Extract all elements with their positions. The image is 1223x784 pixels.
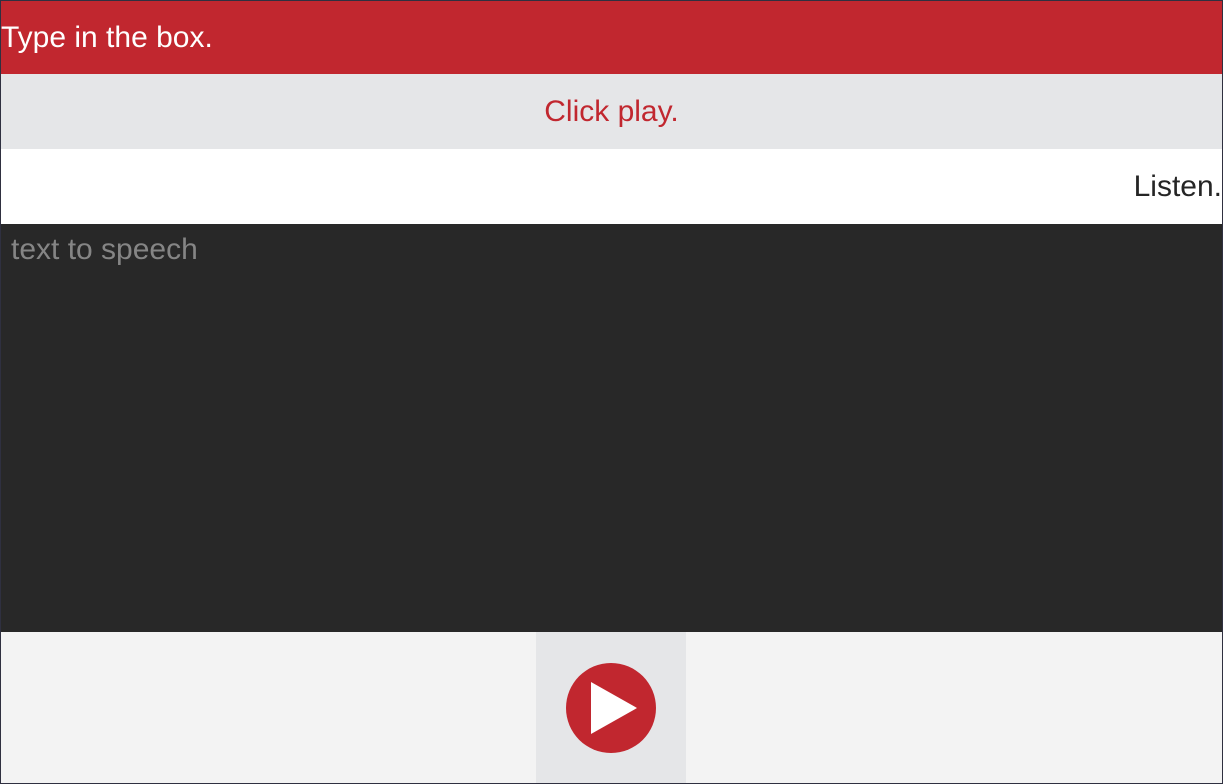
play-button[interactable] [536,632,686,783]
text-to-speech-input[interactable] [1,224,1222,632]
step-click-instruction: Click play. [1,74,1222,149]
text-to-speech-widget: Type in the box. Click play. Listen. [1,1,1222,783]
step-listen-instruction: Listen. [1,149,1222,224]
player-controls [1,632,1222,783]
step-type-instruction: Type in the box. [1,1,1222,74]
play-icon [566,662,656,753]
